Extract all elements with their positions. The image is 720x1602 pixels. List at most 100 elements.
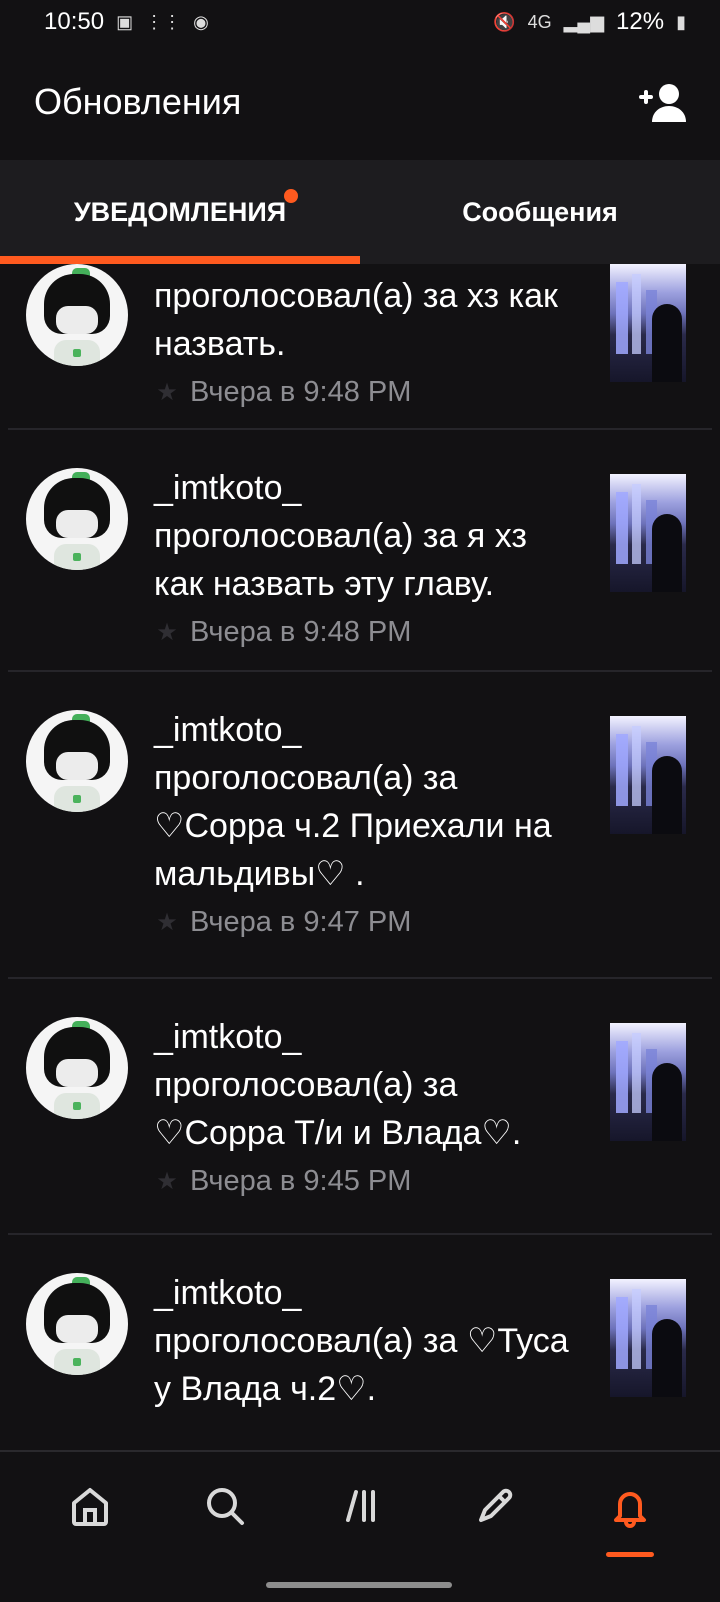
thumbnail-building (632, 484, 641, 564)
app-header: Обновления (0, 44, 720, 160)
notification-content: _imtkoto_ проголосовал(а) за ♡Сорра Т/и … (154, 1013, 574, 1198)
avatar-face (56, 1315, 98, 1343)
write-icon (479, 1488, 513, 1522)
user-avatar[interactable] (26, 1017, 128, 1119)
notification-content: _imtkoto_ проголосовал(а) за ♡Сорра ч.2 … (154, 706, 574, 939)
tab-messages[interactable]: Сообщения (360, 160, 720, 264)
user-avatar[interactable] (26, 468, 128, 570)
signal-icon: ▂▄▆ (563, 11, 605, 32)
thumbnail-building (632, 1289, 641, 1369)
notification-action: проголосовал(а) за я хз как назвать эту … (154, 517, 527, 603)
timestamp: Вчера в 9:48 PM (190, 376, 412, 408)
star-icon: ★ (156, 909, 178, 936)
thumbnail-building (616, 492, 628, 564)
battery-label: 12% (616, 8, 665, 35)
timestamp: Вчера в 9:48 PM (190, 616, 412, 648)
tab-messages-label: Сообщения (462, 196, 618, 227)
nav-search[interactable] (190, 1471, 260, 1541)
network-label: 4G (527, 11, 552, 32)
thumbnail-building (616, 734, 628, 806)
thumbnail-building (632, 1033, 641, 1113)
add-user-button[interactable] (630, 76, 692, 128)
timestamp: Вчера в 9:47 PM (190, 906, 412, 938)
story-thumbnail[interactable] (610, 474, 686, 592)
notification-item[interactable]: _imtkoto_ проголосовал(а) за ♡Туса у Вла… (8, 1235, 712, 1450)
page-title: Обновления (34, 81, 242, 122)
username[interactable]: _imtkoto_ (154, 1269, 574, 1317)
avatar-badge (73, 349, 81, 357)
notification-action: проголосовал(а) за ♡Сорра ч.2 Приехали н… (154, 759, 552, 893)
story-thumbnail[interactable] (610, 1023, 686, 1141)
notification-action: проголосовал(а) за хз как назвать. (154, 277, 558, 363)
avatar-badge (73, 795, 81, 803)
notification-dot (284, 188, 299, 203)
nav-write[interactable] (460, 1471, 530, 1541)
notification-content: _imtkoto_ проголосовал(а) за я хз как на… (154, 464, 574, 649)
mute-icon: 🔇 (493, 11, 516, 32)
user-avatar[interactable] (26, 264, 128, 366)
feed-list: проголосовал(а) за хз как назвать. ★ Вче… (0, 264, 720, 1450)
status-bar: 10:50 ▣ ⋮⋮ ◉ 🔇 4G ▂▄▆ 12% ▮ (0, 0, 720, 44)
story-thumbnail[interactable] (610, 716, 686, 834)
status-time: 10:50 (44, 8, 105, 35)
star-icon: ★ (156, 379, 178, 406)
gallery-icon: ▣ (116, 11, 134, 32)
notification-item[interactable]: проголосовал(а) за хз как назвать. ★ Вче… (8, 264, 712, 430)
username[interactable]: _imtkoto_ (154, 706, 574, 754)
add-user-icon (639, 84, 686, 122)
bell-icon (614, 1492, 647, 1528)
library-icon (345, 1490, 375, 1522)
notification-action: проголосовал(а) за ♡Сорра Т/и и Влада♡. (154, 1066, 522, 1152)
avatar-badge (73, 553, 81, 561)
story-thumbnail[interactable] (610, 264, 686, 382)
username[interactable]: _imtkoto_ (154, 464, 574, 512)
timestamp: Вчера в 9:45 PM (190, 1165, 412, 1197)
avatar-badge (73, 1102, 81, 1110)
nav-notifications[interactable] (595, 1471, 665, 1557)
tab-bar: УВЕДОМЛЕНИЯ Сообщения (0, 160, 720, 264)
thumbnail-person (652, 1319, 682, 1397)
avatar-face (56, 306, 98, 334)
avatar-badge (73, 1358, 81, 1366)
avatar-face (56, 752, 98, 780)
notification-content: проголосовал(а) за хз как назвать. ★ Вче… (154, 272, 574, 409)
timestamp-row: ★ Вчера в 9:48 PM (154, 376, 574, 409)
thumbnail-building (632, 274, 641, 354)
avatar-face (56, 1059, 98, 1087)
thumbnail-person (652, 1063, 682, 1141)
notification-icon: ⋮⋮ (145, 11, 182, 32)
avatar-face (56, 510, 98, 538)
notification-item[interactable]: _imtkoto_ проголосовал(а) за ♡Сорра Т/и … (8, 979, 712, 1235)
story-thumbnail[interactable] (610, 1279, 686, 1397)
notification-item[interactable]: _imtkoto_ проголосовал(а) за я хз как на… (8, 430, 712, 672)
recorder-icon: ◉ (193, 11, 209, 32)
status-right: 🔇 4G ▂▄▆ 12% ▮ (493, 8, 686, 36)
tab-notifications-wrap: УВЕДОМЛЕНИЯ (74, 188, 299, 228)
thumbnail-building (616, 1297, 628, 1369)
thumbnail-building (616, 282, 628, 354)
tab-notifications[interactable]: УВЕДОМЛЕНИЯ (0, 160, 360, 264)
bottom-navigation (0, 1450, 720, 1602)
star-icon: ★ (156, 1168, 178, 1195)
nav-library[interactable] (325, 1471, 395, 1541)
thumbnail-building (616, 1041, 628, 1113)
thumbnail-person (652, 304, 682, 382)
thumbnail-building (632, 726, 641, 806)
timestamp-row: ★ Вчера в 9:48 PM (154, 616, 574, 649)
username[interactable]: _imtkoto_ (154, 1013, 574, 1061)
user-avatar[interactable] (26, 710, 128, 812)
bottom-nav-row (0, 1452, 720, 1560)
home-icon (71, 1488, 108, 1526)
notification-feed[interactable]: проголосовал(а) за хз как назвать. ★ Вче… (0, 264, 720, 1450)
timestamp-row: ★ Вчера в 9:45 PM (154, 1165, 574, 1198)
status-left: 10:50 ▣ ⋮⋮ ◉ (44, 8, 209, 36)
user-avatar[interactable] (26, 1273, 128, 1375)
nav-home[interactable] (55, 1471, 125, 1541)
battery-icon: ▮ (676, 11, 686, 32)
star-icon: ★ (156, 619, 178, 646)
notification-item[interactable]: _imtkoto_ проголосовал(а) за ♡Сорра ч.2 … (8, 672, 712, 979)
home-indicator[interactable] (266, 1582, 452, 1588)
notification-content: _imtkoto_ проголосовал(а) за ♡Туса у Вла… (154, 1269, 574, 1413)
thumbnail-person (652, 756, 682, 834)
search-icon (206, 1488, 244, 1525)
